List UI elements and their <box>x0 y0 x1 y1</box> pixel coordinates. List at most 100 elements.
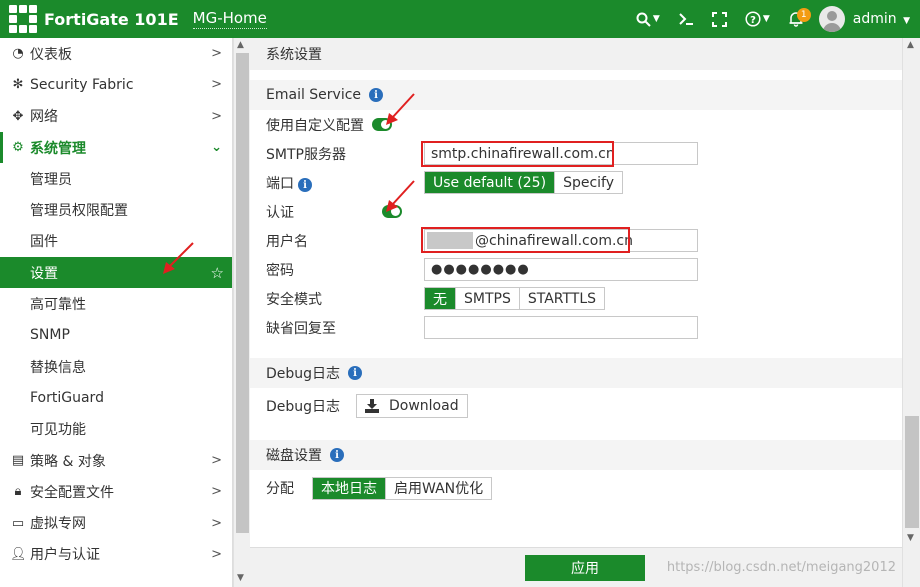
user-menu[interactable]: admin ▼ <box>853 11 910 27</box>
sidebar-item-label: 仪表板 <box>30 46 72 63</box>
password-label: 密码 <box>266 262 294 279</box>
sidebar-scrollbar[interactable]: ▲ ▼ <box>233 38 250 587</box>
annotation-arrow <box>386 180 415 212</box>
sidebar-item-label: Security Fabric <box>30 76 134 93</box>
sidebar-subitem-feature-visibility[interactable]: 可见功能 <box>0 414 232 445</box>
sidebar-subitem-replacement-messages[interactable]: 替换信息 <box>0 351 232 382</box>
disk-local-log-option[interactable]: 本地日志 <box>313 477 385 499</box>
sidebar-subitem-admin-profiles[interactable]: 管理员权限配置 <box>0 194 232 225</box>
cli-console-button[interactable] <box>669 0 703 38</box>
sidebar-item-label: 管理员 <box>30 171 72 188</box>
section-title: Email Service <box>266 87 362 103</box>
section-title: 磁盘设置 <box>266 448 322 464</box>
security-smtps-option[interactable]: SMTPS <box>455 288 519 309</box>
info-icon[interactable]: i <box>298 178 312 192</box>
fabric-icon: ✻ <box>12 77 24 93</box>
sidebar-item-label: 虚拟专网 <box>30 516 86 533</box>
sidebar-item-label: SNMP <box>30 327 70 344</box>
security-none-option[interactable]: 无 <box>425 288 455 309</box>
sidebar-subitem-fortiguard[interactable]: FortiGuard <box>0 382 232 413</box>
main-content: 系统设置 Email Service i 使用自定义配置 SMTP服务器 smt… <box>250 38 902 587</box>
section-header-debug: Debug日志 i <box>250 358 902 388</box>
row-disk-allocation: 分配 本地日志 启用WAN优化 <box>250 470 902 506</box>
annotation-highlight-box <box>421 227 630 253</box>
use-custom-label: 使用自定义配置 <box>266 117 364 134</box>
username-label: 用户名 <box>266 233 308 250</box>
lock-icon: 🔒︎ <box>14 484 22 500</box>
disk-wan-opt-option[interactable]: 启用WAN优化 <box>385 477 492 499</box>
avatar[interactable] <box>818 6 845 32</box>
sidebar-subitem-ha[interactable]: 高可靠性 <box>0 288 232 319</box>
chevron-down-icon: ▼ <box>652 14 660 24</box>
network-icon: ✥ <box>12 108 24 124</box>
sidebar: ◔ 仪表板 > ✻ Security Fabric > ✥ 网络 > ⚙ 系统管… <box>0 38 233 587</box>
download-button[interactable]: Download <box>356 394 468 418</box>
reply-to-label: 缺省回复至 <box>266 320 336 337</box>
chevron-down-icon: ▼ <box>903 16 910 26</box>
sidebar-item-label: 网络 <box>30 109 58 126</box>
fullscreen-icon <box>711 11 727 27</box>
sidebar-item-label: 替换信息 <box>30 359 86 376</box>
search-button[interactable]: ▼ <box>627 0 669 38</box>
annotation-arrow <box>163 242 194 274</box>
help-button[interactable]: ? ▼ <box>736 0 779 38</box>
watermark-text: https://blog.csdn.net/meigang2012 <box>666 560 896 575</box>
info-icon[interactable]: i <box>348 366 363 380</box>
sidebar-item-network[interactable]: ✥ 网络 > <box>0 101 232 132</box>
row-password: 密码 ●●●●●●●● <box>250 255 902 284</box>
star-icon[interactable]: ☆ <box>211 264 224 282</box>
row-username: 用户名 @chinafirewall.com.cn <box>250 226 902 255</box>
password-input[interactable]: ●●●●●●●● <box>424 258 698 281</box>
chevron-right-icon: > <box>211 515 222 531</box>
gear-icon: ⚙ <box>12 140 24 156</box>
sidebar-item-label: 管理员权限配置 <box>30 203 128 220</box>
reply-to-input[interactable] <box>424 316 698 339</box>
scroll-up-icon[interactable]: ▲ <box>237 40 244 50</box>
sidebar-subitem-snmp[interactable]: SNMP <box>0 320 232 351</box>
notifications-button[interactable]: 1 <box>779 0 813 38</box>
sidebar-item-user-auth[interactable]: 👤︎ 用户与认证 > <box>0 539 232 570</box>
chevron-right-icon: > <box>211 484 222 500</box>
main-scrollbar[interactable]: ▲ ▼ <box>902 38 920 587</box>
sidebar-item-label: 用户与认证 <box>30 547 100 564</box>
sidebar-item-policy-objects[interactable]: ▤ 策略 & 对象 > <box>0 445 232 476</box>
sidebar-item-system[interactable]: ⚙ 系统管理 ⌄ <box>0 131 232 164</box>
chevron-right-icon: > <box>211 77 222 93</box>
port-default-option[interactable]: Use default (25) <box>425 172 555 193</box>
footer-bar: 应用 https://blog.csdn.net/meigang2012 <box>250 547 902 587</box>
fortinet-logo-icon <box>8 4 38 34</box>
row-security-mode: 安全模式 无 SMTPS STARTTLS <box>250 284 902 313</box>
sidebar-item-security-fabric[interactable]: ✻ Security Fabric > <box>0 69 232 100</box>
chevron-right-icon: > <box>211 546 222 562</box>
sidebar-item-label: 可见功能 <box>30 422 86 439</box>
sidebar-item-dashboard[interactable]: ◔ 仪表板 > <box>0 38 232 69</box>
section-title: Debug日志 <box>266 366 341 382</box>
annotation-arrow <box>386 93 415 125</box>
auth-label: 认证 <box>266 204 294 221</box>
scroll-down-icon[interactable]: ▼ <box>237 573 244 583</box>
apply-button[interactable]: 应用 <box>525 555 645 581</box>
download-label: Download <box>389 398 459 414</box>
chevron-down-icon: ▼ <box>762 14 770 24</box>
fullscreen-button[interactable] <box>703 0 736 38</box>
dashboard-icon: ◔ <box>12 46 24 62</box>
section-header-email-service: Email Service i <box>250 80 902 110</box>
scrollbar-thumb[interactable] <box>905 416 919 528</box>
sidebar-item-security-profiles[interactable]: 🔒︎ 安全配置文件 > <box>0 476 232 507</box>
info-icon[interactable]: i <box>330 448 344 462</box>
row-port: 端口 i Use default (25) Specify <box>250 168 902 197</box>
sidebar-item-label: 设置 <box>30 265 58 282</box>
sidebar-item-vpn[interactable]: ▭ 虚拟专网 > <box>0 507 232 538</box>
scroll-up-icon[interactable]: ▲ <box>907 40 914 50</box>
port-specify-option[interactable]: Specify <box>554 172 623 193</box>
sidebar-subitem-administrators[interactable]: 管理员 <box>0 163 232 194</box>
policy-icon: ▤ <box>11 453 25 468</box>
hostname-link[interactable]: MG-Home <box>192 9 267 29</box>
user-icon: 👤︎ <box>10 546 27 562</box>
scroll-down-icon[interactable]: ▼ <box>907 533 914 543</box>
security-starttls-option[interactable]: STARTTLS <box>518 288 605 309</box>
sidebar-item-label: 固件 <box>30 234 58 251</box>
monitor-icon: ▭ <box>11 515 25 531</box>
scrollbar-thumb[interactable] <box>236 53 249 533</box>
debug-log-label: Debug日志 <box>266 399 341 415</box>
